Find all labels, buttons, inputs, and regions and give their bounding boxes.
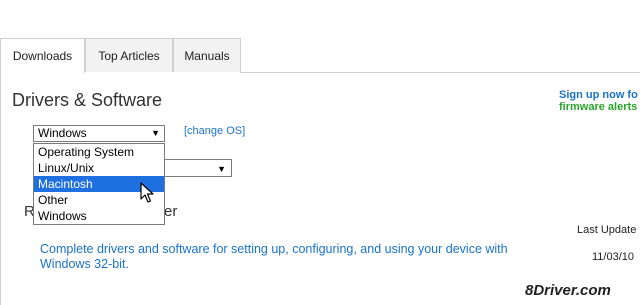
mouse-pointer-icon (140, 182, 154, 203)
driver-date: 11/03/10 (592, 251, 635, 263)
tab-top-articles[interactable]: Top Articles (85, 38, 173, 72)
tab-bar: Downloads Top Articles Manuals (0, 38, 640, 73)
signup-line-1[interactable]: Sign up now fo (559, 89, 638, 101)
dropdown-arrow-icon: ▼ (151, 128, 160, 138)
tab-manuals[interactable]: Manuals (173, 38, 241, 72)
tab-downloads[interactable]: Downloads (0, 38, 85, 73)
os-option-linux-unix[interactable]: Linux/Unix (34, 160, 164, 176)
driver-description-link[interactable]: Complete drivers and software for settin… (40, 242, 560, 272)
os-select-value: Windows (38, 126, 87, 140)
signup-line-2[interactable]: firmware alerts (559, 101, 638, 113)
os-option-windows[interactable]: Windows (34, 208, 164, 224)
dropdown-arrow-icon: ▼ (217, 164, 226, 174)
change-os-link[interactable]: [change OS] (184, 125, 245, 137)
watermark: 8Driver.com (525, 282, 611, 299)
list-heading-end: er (164, 203, 178, 220)
section-title: Drivers & Software (12, 90, 163, 110)
os-select[interactable]: Windows ▼ (33, 125, 165, 142)
signup-link[interactable]: Sign up now fo firmware alerts (559, 89, 638, 113)
os-option-operating-system[interactable]: Operating System (34, 144, 164, 160)
last-update-header: Last Update (577, 224, 637, 236)
